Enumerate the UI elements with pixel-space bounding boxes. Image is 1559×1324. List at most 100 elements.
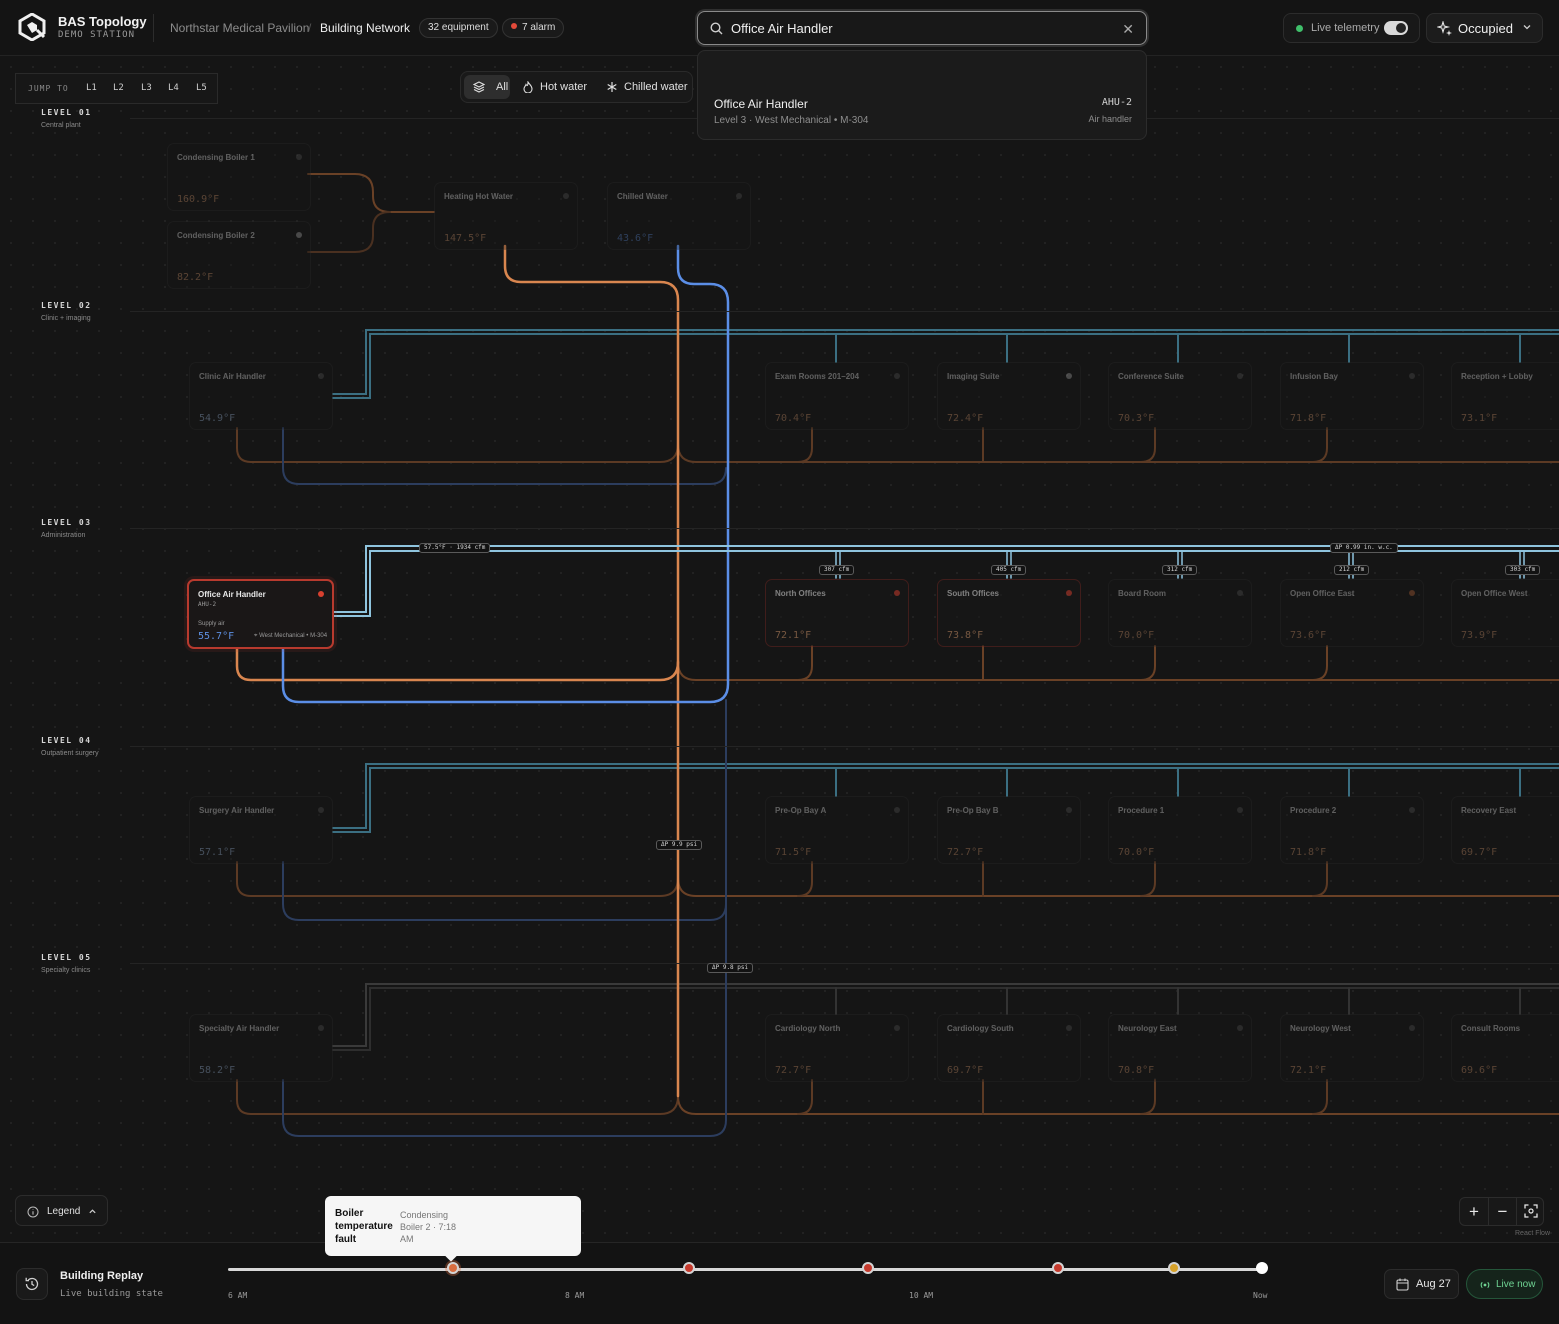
zone-card[interactable]: Procedure 1 70.0°F	[1108, 796, 1252, 864]
level-subtitle: Central plant	[41, 122, 81, 129]
timeline-tick: 6 AM	[228, 1291, 248, 1300]
zone-card[interactable]: Cardiology South 69.7°F	[937, 1014, 1081, 1082]
live-telemetry-control: Live telemetry	[1283, 13, 1420, 43]
card-value: 73.6°F	[1290, 630, 1327, 641]
card-name: Cardiology South	[947, 1024, 1014, 1033]
level-title: LEVEL 05	[41, 953, 92, 962]
equipment-card[interactable]: Condensing Boiler 2 82.2°F	[167, 221, 311, 289]
equipment-card[interactable]: Chilled Water 43.6°F	[607, 182, 751, 250]
filter-hot-water[interactable]: Hot water	[515, 75, 595, 99]
timeline-event-marker[interactable]	[1256, 1262, 1268, 1274]
zoom-out-button[interactable]: −	[1488, 1198, 1516, 1225]
jump-level-3[interactable]: L3	[141, 83, 152, 93]
zone-card[interactable]: Procedure 2 71.8°F	[1280, 796, 1424, 864]
timeline-event-marker[interactable]	[1052, 1262, 1065, 1274]
equipment-card[interactable]: Surgery Air Handler 57.1°F	[189, 796, 333, 864]
filter-chilled-water[interactable]: Chilled water	[599, 75, 691, 99]
jump-to-label: JUMP TO	[28, 84, 69, 93]
zone-card[interactable]: Neurology East 70.8°F	[1108, 1014, 1252, 1082]
zone-card[interactable]: Consult Rooms 69.6°F	[1451, 1014, 1559, 1082]
card-name: Imaging Suite	[947, 372, 1000, 381]
replay-timeline-track[interactable]	[228, 1268, 1262, 1271]
live-now-button[interactable]: Live now	[1466, 1269, 1543, 1299]
filter-all[interactable]: All	[464, 75, 510, 99]
zone-card[interactable]: Pre-Op Bay A 71.5°F	[765, 796, 909, 864]
jump-level-1[interactable]: L1	[86, 83, 97, 93]
card-code: AHU-2	[198, 601, 217, 608]
search-result-item[interactable]: Office Air Handler Level 3 · West Mechan…	[698, 51, 1146, 139]
card-name: Exam Rooms 201–204	[775, 372, 860, 381]
zone-card[interactable]: Board Room 70.0°F	[1108, 579, 1252, 647]
date-label: Aug 27	[1416, 1278, 1451, 1290]
timeline-event-marker[interactable]	[683, 1262, 696, 1274]
card-name: Condensing Boiler 1	[177, 153, 255, 162]
status-dot	[563, 193, 569, 199]
zone-card[interactable]: Reception + Lobby 73.1°F	[1451, 362, 1559, 430]
status-dot	[894, 373, 900, 379]
legend-label: Legend	[47, 1206, 81, 1217]
jump-level-5[interactable]: L5	[196, 83, 207, 93]
legend-button[interactable]: Legend	[15, 1195, 108, 1226]
clear-search-icon[interactable]: ✕	[1122, 21, 1134, 38]
status-dot	[318, 807, 324, 813]
search-icon	[710, 22, 723, 35]
timeline-event-marker[interactable]	[1168, 1262, 1181, 1274]
search-input[interactable]	[731, 18, 1111, 38]
status-dot	[736, 193, 742, 199]
card-name: Cardiology North	[775, 1024, 841, 1033]
zone-card[interactable]: Neurology West 72.1°F	[1280, 1014, 1424, 1082]
tooltip-title: Boiler temperature fault	[335, 1208, 393, 1245]
card-value: 43.6°F	[617, 233, 654, 244]
breadcrumb-site[interactable]: Northstar Medical Pavilion	[170, 21, 309, 35]
filter-hot-water-label: Hot water	[540, 81, 588, 93]
zone-card[interactable]: Open Office East 73.6°F	[1280, 579, 1424, 647]
zone-card[interactable]: Imaging Suite 72.4°F	[937, 362, 1081, 430]
react-flow-attribution[interactable]: React Flow	[1515, 1230, 1550, 1237]
equipment-card[interactable]: Specialty Air Handler 58.2°F	[189, 1014, 333, 1082]
topology-canvas[interactable]: LEVEL 01 Central plant LEVEL 02 Clinic +…	[0, 56, 1559, 1242]
timeline-tick: 10 AM	[909, 1291, 934, 1300]
card-value: 57.1°F	[199, 847, 236, 858]
jump-level-2[interactable]: L2	[113, 83, 124, 93]
zone-card[interactable]: Conference Suite 70.3°F	[1108, 362, 1252, 430]
occupancy-mode-dropdown[interactable]: Occupied	[1426, 13, 1543, 43]
timeline-event-marker[interactable]	[447, 1262, 460, 1274]
chevron-up-icon	[89, 1209, 96, 1214]
alarm-count-badge[interactable]: 7 alarm	[502, 18, 565, 38]
card-value: 69.7°F	[1461, 847, 1498, 858]
status-dot	[1237, 590, 1243, 596]
sparkle-icon	[1437, 21, 1452, 36]
card-name: Open Office West	[1461, 589, 1528, 598]
status-dot	[1409, 807, 1415, 813]
selected-equipment-card[interactable]: Office Air Handler AHU-2 Supply air 55.7…	[187, 579, 334, 649]
zone-card[interactable]: South Offices 73.8°F	[937, 579, 1081, 647]
card-value: 69.6°F	[1461, 1065, 1498, 1076]
search-box: ✕	[697, 11, 1147, 45]
equipment-card[interactable]: Heating Hot Water 147.5°F	[434, 182, 578, 250]
zone-card[interactable]: Pre-Op Bay B 72.7°F	[937, 796, 1081, 864]
replay-history-button[interactable]	[16, 1268, 48, 1300]
zoom-in-button[interactable]: +	[1460, 1198, 1488, 1225]
level-subtitle: Administration	[41, 532, 86, 539]
card-value: 58.2°F	[199, 1065, 236, 1076]
zone-card[interactable]: Exam Rooms 201–204 70.4°F	[765, 362, 909, 430]
level-title: LEVEL 02	[41, 301, 92, 310]
card-name: Infusion Bay	[1290, 372, 1339, 381]
level-divider	[130, 311, 1559, 312]
date-picker-button[interactable]: Aug 27	[1384, 1269, 1459, 1299]
card-value: 73.8°F	[947, 630, 984, 641]
zone-card[interactable]: Infusion Bay 71.8°F	[1280, 362, 1424, 430]
timeline-event-marker[interactable]	[862, 1262, 875, 1274]
equipment-card[interactable]: Clinic Air Handler 54.9°F	[189, 362, 333, 430]
supply-flow-tag: 57.5°F · 1934 cfm	[419, 543, 491, 553]
zone-card[interactable]: Recovery East 69.7°F	[1451, 796, 1559, 864]
filter-chilled-water-label: Chilled water	[624, 81, 688, 93]
equipment-card[interactable]: Condensing Boiler 1 160.9°F	[167, 143, 311, 211]
zone-card[interactable]: Open Office West 73.9°F	[1451, 579, 1559, 647]
fit-view-button[interactable]	[1516, 1198, 1544, 1225]
zone-card[interactable]: North Offices 72.1°F	[765, 579, 909, 647]
zone-card[interactable]: Cardiology North 72.7°F	[765, 1014, 909, 1082]
jump-level-4[interactable]: L4	[168, 83, 179, 93]
live-telemetry-toggle[interactable]	[1384, 21, 1408, 35]
status-dot	[1237, 807, 1243, 813]
